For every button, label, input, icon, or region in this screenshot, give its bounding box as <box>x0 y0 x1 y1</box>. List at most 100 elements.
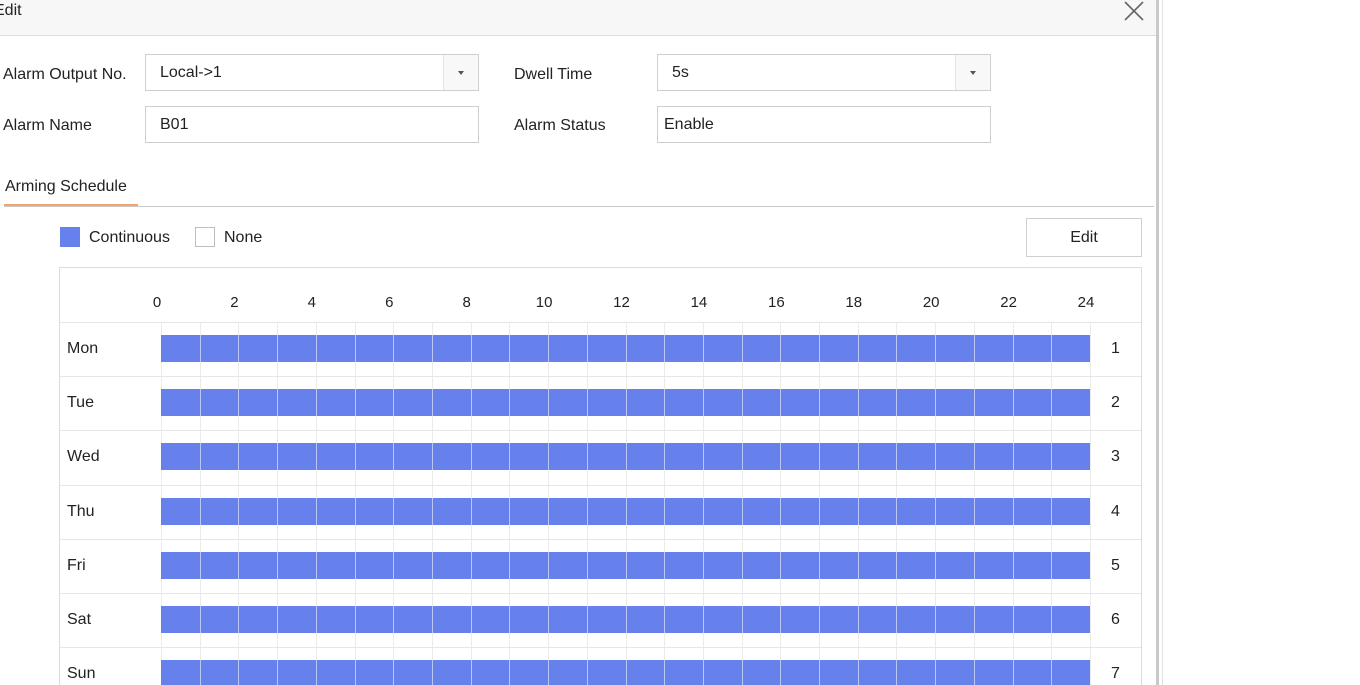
hour-tick <box>432 389 433 416</box>
hour-tick <box>509 335 510 362</box>
hour-tick <box>200 389 201 416</box>
hour-tick <box>742 660 743 685</box>
tab-divider <box>4 206 1154 207</box>
hour-tick <box>626 552 627 579</box>
day-label: Tue <box>67 394 94 411</box>
hour-tick <box>200 552 201 579</box>
hour-tick <box>471 443 472 470</box>
alarm-status-field: Enable <box>657 106 991 143</box>
edit-schedule-button[interactable]: Edit <box>1026 218 1142 257</box>
schedule-bar-thu[interactable] <box>161 498 1090 525</box>
hour-tick <box>277 552 278 579</box>
hour-tick <box>355 389 356 416</box>
alarm-status-value: Enable <box>664 116 714 133</box>
hour-tick <box>780 335 781 362</box>
hour-tick <box>896 606 897 633</box>
hour-tick <box>858 606 859 633</box>
hour-tick <box>548 389 549 416</box>
hour-tick <box>509 660 510 685</box>
hour-tick <box>471 389 472 416</box>
chevron-down-icon[interactable] <box>443 55 478 90</box>
close-icon[interactable] <box>1121 0 1147 24</box>
schedule-bar-sat[interactable] <box>161 606 1090 633</box>
hour-tick <box>742 552 743 579</box>
hour-tick <box>432 660 433 685</box>
hour-tick <box>238 335 239 362</box>
hour-tick <box>432 606 433 633</box>
hour-tick <box>587 552 588 579</box>
hour-tick <box>548 443 549 470</box>
alarm-output-select[interactable]: Local->1 <box>145 54 479 91</box>
hour-tick <box>896 552 897 579</box>
alarm-name-label: Alarm Name <box>3 117 92 134</box>
hour-tick <box>935 552 936 579</box>
window-divider <box>1162 0 1163 685</box>
row-number: 1 <box>1111 340 1120 357</box>
hour-tick <box>355 660 356 685</box>
hour-tick <box>896 660 897 685</box>
hour-tick <box>1013 606 1014 633</box>
hour-tick <box>703 552 704 579</box>
chevron-down-icon[interactable] <box>955 55 990 90</box>
hour-tick <box>277 660 278 685</box>
hour-tick <box>780 660 781 685</box>
alarm-name-input[interactable]: B01 <box>145 106 479 143</box>
hour-tick <box>858 552 859 579</box>
hour-tick <box>471 660 472 685</box>
row-divider <box>60 485 1141 486</box>
hour-tick <box>548 335 549 362</box>
hour-tick <box>1051 389 1052 416</box>
day-label: Mon <box>67 340 99 357</box>
hour-tick <box>200 335 201 362</box>
dwell-time-select[interactable]: 5s <box>657 54 991 91</box>
hour-label: 18 <box>845 294 863 311</box>
hour-tick <box>393 606 394 633</box>
hour-tick <box>277 606 278 633</box>
legend-continuous[interactable]: Continuous <box>89 229 170 247</box>
hour-tick <box>509 552 510 579</box>
hour-tick <box>1051 552 1052 579</box>
hour-tick <box>858 335 859 362</box>
hour-tick <box>316 660 317 685</box>
alarm-name-value: B01 <box>160 116 189 133</box>
hour-tick <box>277 335 278 362</box>
hour-tick <box>316 498 317 525</box>
hour-tick <box>896 389 897 416</box>
hour-tick <box>935 498 936 525</box>
hour-tick <box>742 606 743 633</box>
none-swatch[interactable] <box>195 227 215 247</box>
hour-tick <box>780 498 781 525</box>
dialog-edge <box>1156 0 1159 685</box>
hour-tick <box>587 498 588 525</box>
hour-tick <box>1013 552 1014 579</box>
hour-tick <box>509 389 510 416</box>
hour-tick <box>393 389 394 416</box>
hour-tick <box>432 443 433 470</box>
legend-none[interactable]: None <box>224 229 262 247</box>
dwell-time-value: 5s <box>672 64 689 81</box>
schedule-bar-sun[interactable] <box>161 660 1090 685</box>
hour-tick <box>664 552 665 579</box>
schedule-bar-mon[interactable] <box>161 335 1090 362</box>
hour-tick <box>355 606 356 633</box>
hour-tick <box>703 606 704 633</box>
hour-label: 8 <box>462 294 471 311</box>
hour-tick <box>896 443 897 470</box>
hour-tick <box>548 552 549 579</box>
hour-tick <box>587 335 588 362</box>
schedule-bar-fri[interactable] <box>161 552 1090 579</box>
continuous-swatch[interactable] <box>60 227 80 247</box>
hour-tick <box>1013 660 1014 685</box>
hour-tick <box>316 389 317 416</box>
row-number: 3 <box>1111 448 1120 465</box>
hour-tick <box>432 552 433 579</box>
schedule-bar-wed[interactable] <box>161 443 1090 470</box>
hour-tick <box>1051 660 1052 685</box>
hour-tick <box>664 443 665 470</box>
tab-arming-schedule[interactable]: Arming Schedule <box>5 178 127 196</box>
hour-tick <box>935 389 936 416</box>
hour-tick <box>935 335 936 362</box>
schedule-bar-tue[interactable] <box>161 389 1090 416</box>
hour-tick <box>780 389 781 416</box>
hour-tick <box>1051 443 1052 470</box>
